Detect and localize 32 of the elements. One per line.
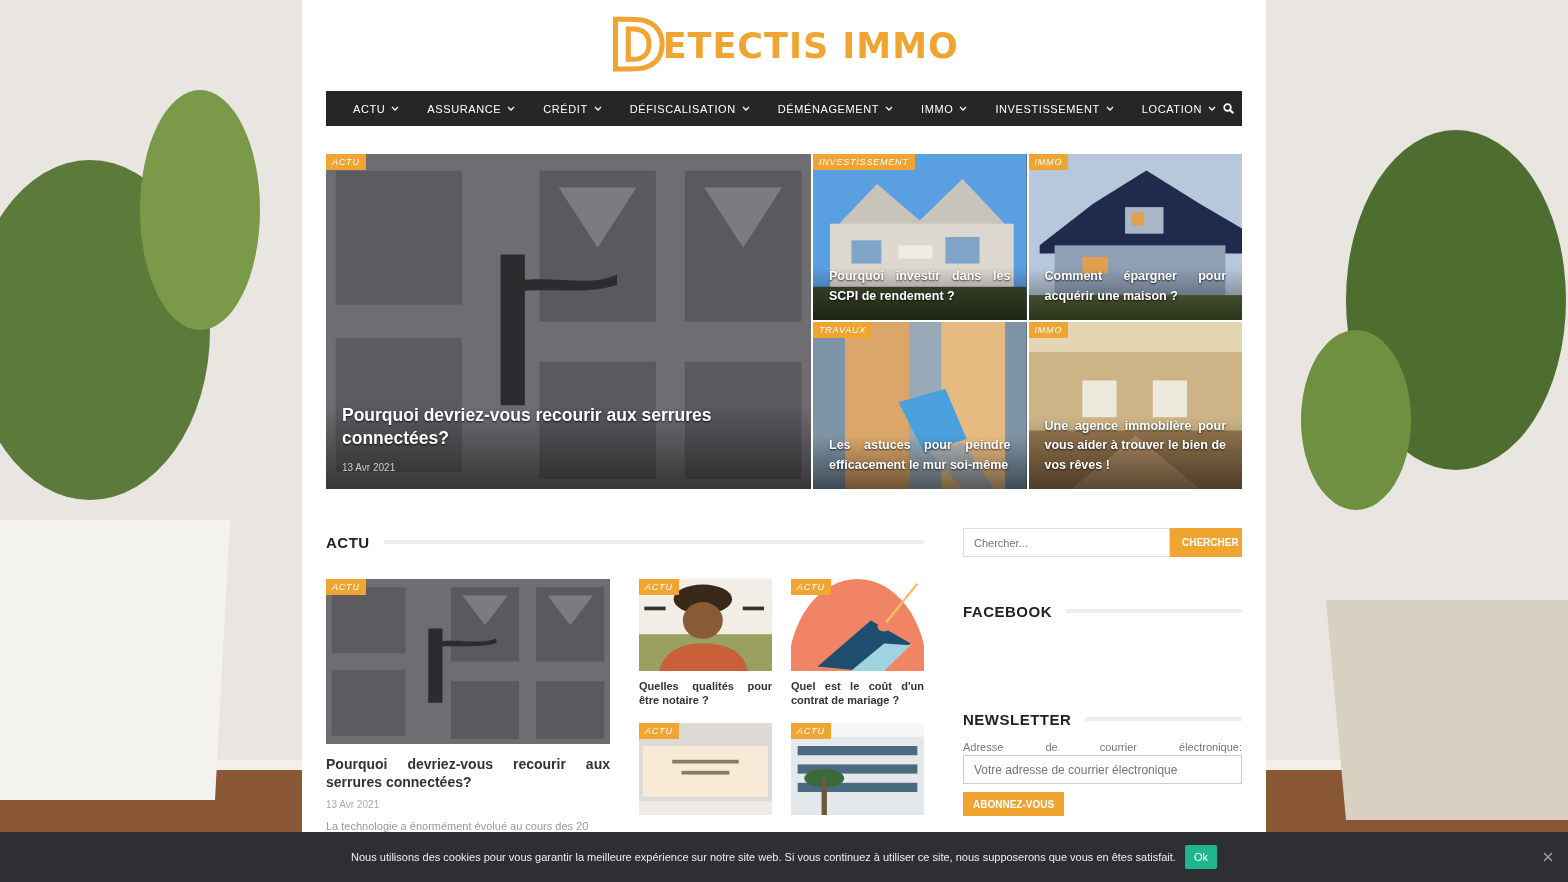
article-title[interactable]: Quel est le coût d'un contrat de mariage ? xyxy=(791,679,924,707)
cookie-message: Nous utilisons des cookies pour vous garantir la meilleure expérience sur notre site web. Si vous continuez à utiliser ce site, nous supposerons que vous en êtes satisfait. xyxy=(351,851,1176,863)
caret-icon xyxy=(391,106,400,111)
nav-link[interactable]: DÉMÉNAGEMENT xyxy=(777,102,894,115)
caret-icon xyxy=(1105,106,1114,111)
article-title[interactable]: Quelles qualités pour être notaire ? xyxy=(639,679,772,707)
nav-link[interactable]: ASSURANCE xyxy=(427,102,516,115)
search-icon[interactable] xyxy=(1223,103,1234,114)
article-date: 13 Avr 2021 xyxy=(342,462,396,473)
field-label: Adresse de courrier électronique: xyxy=(963,741,1242,753)
search-field[interactable]: Chercher... xyxy=(963,528,1170,557)
nav-link[interactable]: CRÉDIT xyxy=(543,102,602,115)
nav-link[interactable]: IMMO xyxy=(921,102,968,115)
email-field[interactable]: Votre adresse de courrier électronique xyxy=(963,755,1242,784)
article-date: 13 Avr 2021 xyxy=(326,799,380,810)
nav-link[interactable]: LOCATION xyxy=(1141,102,1216,115)
article-title[interactable]: Pourquoi devriez-vous recourir aux serrures connectées? xyxy=(342,404,795,450)
widget-title: NEWSLETTER xyxy=(963,710,1072,728)
article-title[interactable]: Pourquoi devriez-vous recourir aux serrures connectées? xyxy=(326,755,610,791)
caret-icon xyxy=(593,106,602,111)
caret-icon xyxy=(741,106,750,111)
close-icon[interactable] xyxy=(1543,852,1553,862)
nav-link[interactable]: INVESTISSEMENT xyxy=(995,102,1114,115)
section-title: ACTU xyxy=(326,533,370,551)
nav-link[interactable]: DÉFISCALISATION xyxy=(629,102,750,115)
caret-icon xyxy=(885,106,894,111)
caret-icon xyxy=(1208,106,1216,111)
caret-icon xyxy=(959,106,968,111)
article-excerpt: La technologie a énormément évolué au cours des 20 xyxy=(326,820,590,832)
caret-icon xyxy=(507,106,516,111)
widget-title: FACEBOOK xyxy=(963,602,1052,620)
nav-link[interactable]: ACTU xyxy=(353,102,400,115)
